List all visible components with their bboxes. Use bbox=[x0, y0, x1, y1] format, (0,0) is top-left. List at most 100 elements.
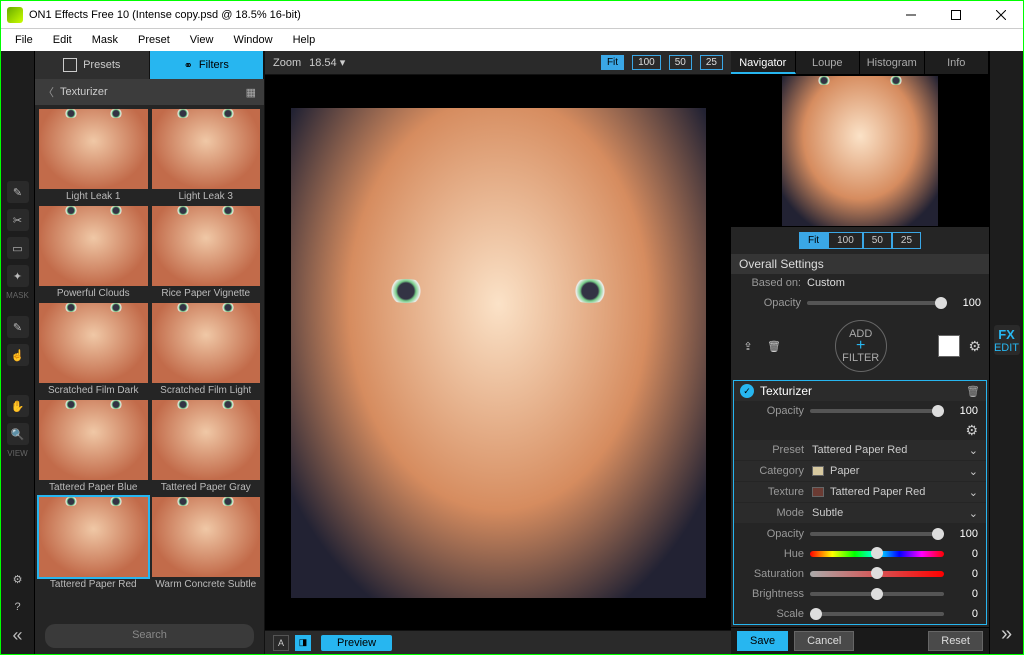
thumb-image bbox=[152, 497, 261, 577]
mask-shape-tool[interactable]: ✦ bbox=[7, 265, 29, 287]
filter-mode-value: Subtle bbox=[812, 507, 843, 519]
nav-zoom-25[interactable]: 25 bbox=[892, 232, 921, 249]
filter-thumb[interactable]: Tattered Paper Blue bbox=[39, 400, 148, 493]
filter-opacity2-label: Opacity bbox=[742, 528, 804, 540]
filter-delete-icon[interactable]: 🗑 bbox=[966, 385, 980, 398]
preview-button[interactable]: Preview bbox=[321, 635, 392, 651]
filter-thumb[interactable]: Tattered Paper Red bbox=[39, 497, 148, 590]
filter-hue-label: Hue bbox=[742, 548, 804, 560]
menu-view[interactable]: View bbox=[180, 31, 224, 49]
fx-edit-button[interactable]: FX EDIT bbox=[994, 325, 1020, 355]
filter-thumb[interactable]: Warm Concrete Subtle bbox=[152, 497, 261, 590]
zoom-50-button[interactable]: 50 bbox=[669, 55, 692, 70]
filter-thumb[interactable]: Scratched Film Light bbox=[152, 303, 261, 396]
thumb-caption: Light Leak 3 bbox=[179, 191, 234, 202]
search-input[interactable]: Search bbox=[45, 624, 254, 648]
mask-gradient-tool[interactable]: ▭ bbox=[7, 237, 29, 259]
nav-zoom-100[interactable]: 100 bbox=[828, 232, 863, 249]
filter-thumb[interactable]: Light Leak 1 bbox=[39, 109, 148, 202]
menu-edit[interactable]: Edit bbox=[43, 31, 82, 49]
tab-histogram[interactable]: Histogram bbox=[860, 51, 925, 74]
navigator-preview[interactable] bbox=[731, 75, 989, 227]
mask-bug-tool[interactable]: ✂ bbox=[7, 209, 29, 231]
save-button[interactable]: Save bbox=[737, 631, 788, 651]
filter-sat-slider[interactable] bbox=[810, 571, 944, 577]
filter-bri-label: Brightness bbox=[742, 588, 804, 600]
settings-gear-icon[interactable]: ⚙ bbox=[7, 568, 29, 590]
toolbar-view-label: VIEW bbox=[7, 449, 27, 458]
filter-thumb[interactable]: Scratched Film Dark bbox=[39, 303, 148, 396]
menu-help[interactable]: Help bbox=[283, 31, 326, 49]
filter-opacity2-slider[interactable] bbox=[810, 532, 944, 536]
thumb-caption: Powerful Clouds bbox=[57, 288, 130, 299]
cancel-button[interactable]: Cancel bbox=[794, 631, 854, 651]
filter-bri-slider[interactable] bbox=[810, 592, 944, 596]
reset-button[interactable]: Reset bbox=[928, 631, 983, 651]
tab-loupe[interactable]: Loupe bbox=[796, 51, 861, 74]
compare-a-button[interactable]: A bbox=[273, 635, 289, 651]
filter-hue-slider[interactable] bbox=[810, 551, 944, 557]
thumb-image bbox=[39, 109, 148, 189]
filter-category-dropdown[interactable]: Category Paper ⌄ bbox=[734, 461, 986, 481]
menu-file[interactable]: File bbox=[5, 31, 43, 49]
maximize-button[interactable] bbox=[933, 1, 978, 29]
filter-gear-icon[interactable]: ⚙ bbox=[965, 422, 978, 439]
filter-texture-label: Texture bbox=[742, 486, 804, 498]
thumb-image bbox=[39, 497, 148, 577]
minimize-button[interactable] bbox=[888, 1, 933, 29]
collapse-left-icon[interactable]: « bbox=[7, 624, 29, 646]
add-filter-button[interactable]: ADD + FILTER bbox=[835, 320, 887, 372]
filter-mode-dropdown[interactable]: Mode Subtle ⌄ bbox=[734, 503, 986, 523]
filter-texture-dropdown[interactable]: Texture Tattered Paper Red ⌄ bbox=[734, 482, 986, 502]
refine-tool-2[interactable]: ☝ bbox=[7, 344, 29, 366]
filter-scale-slider[interactable] bbox=[810, 612, 944, 616]
navigator-zoom: Fit 100 50 25 bbox=[731, 227, 989, 254]
color-swatch[interactable] bbox=[938, 335, 960, 357]
filter-stack-item: ✓ Texturizer 🗑 Opacity 100 ⚙ Preset Tatt… bbox=[733, 380, 987, 625]
tab-info[interactable]: Info bbox=[925, 51, 990, 74]
zoom-value: 18.54 bbox=[309, 57, 337, 69]
compare-split-button[interactable]: ◨ bbox=[295, 635, 311, 651]
close-button[interactable] bbox=[978, 1, 1023, 29]
thumb-caption: Tattered Paper Blue bbox=[49, 482, 137, 493]
thumb-image bbox=[152, 206, 261, 286]
tab-presets[interactable]: Presets bbox=[35, 51, 150, 79]
right-panel: Navigator Loupe Histogram Info Fit 100 5… bbox=[731, 51, 989, 654]
zoom-tool[interactable]: 🔍 bbox=[7, 423, 29, 445]
filter-enabled-toggle[interactable]: ✓ bbox=[740, 384, 754, 398]
mask-brush-tool[interactable]: ✎ bbox=[7, 181, 29, 203]
tab-filters[interactable]: ⚭ Filters bbox=[150, 51, 265, 79]
nav-zoom-50[interactable]: 50 bbox=[863, 232, 892, 249]
filter-thumb[interactable]: Powerful Clouds bbox=[39, 206, 148, 299]
thumb-caption: Warm Concrete Subtle bbox=[155, 579, 256, 590]
filter-preset-label: Preset bbox=[742, 444, 804, 456]
grid-view-icon[interactable]: ▦ bbox=[246, 86, 256, 99]
basedon-value: Custom bbox=[807, 277, 981, 289]
export-icon[interactable]: ⇪ bbox=[739, 337, 757, 355]
collapse-right-icon[interactable]: » bbox=[1001, 623, 1012, 646]
nav-zoom-fit[interactable]: Fit bbox=[799, 232, 828, 249]
zoom-value-dropdown[interactable]: 18.54 ▾ bbox=[309, 56, 345, 69]
menu-mask[interactable]: Mask bbox=[82, 31, 128, 49]
overall-gear-icon[interactable]: ⚙ bbox=[968, 338, 981, 355]
pan-tool[interactable]: ✋ bbox=[7, 395, 29, 417]
filter-thumb[interactable]: Rice Paper Vignette bbox=[152, 206, 261, 299]
canvas[interactable] bbox=[265, 75, 731, 630]
filter-thumb[interactable]: Light Leak 3 bbox=[152, 109, 261, 202]
menu-preset[interactable]: Preset bbox=[128, 31, 180, 49]
overall-opacity-label: Opacity bbox=[739, 297, 801, 309]
zoom-25-button[interactable]: 25 bbox=[700, 55, 723, 70]
filter-sat-value: 0 bbox=[950, 568, 978, 580]
filter-opacity-slider[interactable] bbox=[810, 409, 944, 413]
filter-preset-dropdown[interactable]: Preset Tattered Paper Red ⌄ bbox=[734, 440, 986, 460]
tab-navigator[interactable]: Navigator bbox=[731, 51, 796, 74]
help-icon[interactable]: ? bbox=[7, 596, 29, 618]
overall-opacity-slider[interactable] bbox=[807, 301, 947, 305]
menu-window[interactable]: Window bbox=[223, 31, 282, 49]
filter-thumb[interactable]: Tattered Paper Gray bbox=[152, 400, 261, 493]
refine-tool-1[interactable]: ✎ bbox=[7, 316, 29, 338]
zoom-fit-button[interactable]: Fit bbox=[601, 55, 624, 70]
trash-icon[interactable]: 🗑 bbox=[765, 337, 783, 355]
category-header[interactable]: 〈 Texturizer ▦ bbox=[35, 79, 264, 105]
zoom-100-button[interactable]: 100 bbox=[632, 55, 661, 70]
